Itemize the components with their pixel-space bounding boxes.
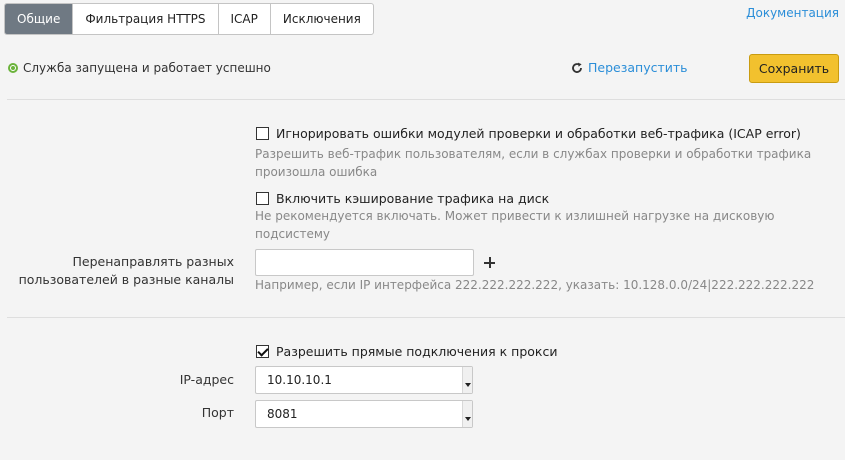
ip-address-value: 10.10.10.1 <box>267 373 332 387</box>
ip-address-select[interactable]: 10.10.10.1 <box>255 366 473 394</box>
tab-bar: Общие Фильтрация HTTPS ICAP Исключения <box>4 3 374 35</box>
ignore-icap-errors-label: Игнорировать ошибки модулей проверки и о… <box>276 126 801 141</box>
direct-connections-option[interactable]: Разрешить прямые подключения к прокси <box>256 344 557 359</box>
ignore-icap-errors-checkbox[interactable] <box>256 127 269 140</box>
redirect-label-line: пользователей в разные каналы <box>18 272 234 287</box>
direct-connections-checkbox[interactable] <box>256 345 269 358</box>
redirect-channels-input[interactable] <box>255 249 474 276</box>
refresh-icon <box>572 62 582 73</box>
restart-label: Перезапустить <box>588 60 688 75</box>
tab-general[interactable]: Общие <box>5 4 74 34</box>
documentation-link[interactable]: Документация <box>746 6 839 20</box>
port-select[interactable]: 8081 <box>255 400 473 428</box>
restart-button[interactable]: Перезапустить <box>571 60 688 75</box>
status-text: Служба запущена и работает успешно <box>23 61 271 75</box>
status-ok-icon <box>8 63 18 73</box>
disk-cache-checkbox[interactable] <box>256 192 269 205</box>
disk-cache-label: Включить кэширование трафика на диск <box>276 191 550 206</box>
hint-line: Разрешить веб-трафик пользователям, если… <box>255 147 812 161</box>
tab-icap[interactable]: ICAP <box>219 4 271 34</box>
redirect-label: Перенаправлять разных пользователей в ра… <box>19 253 234 289</box>
redirect-hint: Например, если IP интерфейса 222.222.222… <box>255 278 815 292</box>
ignore-icap-errors-option[interactable]: Игнорировать ошибки модулей проверки и о… <box>256 126 801 141</box>
tab-exceptions[interactable]: Исключения <box>271 4 373 34</box>
divider <box>7 99 845 100</box>
hint-line: произошла ошибка <box>255 165 378 179</box>
chevron-down-icon <box>462 401 472 427</box>
port-label: Порт <box>201 405 234 420</box>
service-status: Служба запущена и работает успешно <box>8 61 271 75</box>
chevron-down-icon <box>462 367 472 393</box>
direct-connections-label: Разрешить прямые подключения к прокси <box>276 344 558 359</box>
save-button[interactable]: Сохранить <box>749 54 839 83</box>
disk-cache-option[interactable]: Включить кэширование трафика на диск <box>256 191 549 206</box>
disk-cache-hint: Не рекомендуется включать. Может привест… <box>255 209 775 241</box>
port-value: 8081 <box>267 407 298 421</box>
ignore-icap-errors-hint: Разрешить веб-трафик пользователям, если… <box>255 145 811 181</box>
tab-https-filtering[interactable]: Фильтрация HTTPS <box>73 4 219 34</box>
ip-address-label: IP-адрес <box>179 372 234 387</box>
redirect-label-line: Перенаправлять разных <box>72 254 235 269</box>
plus-icon[interactable] <box>484 257 496 269</box>
divider <box>7 317 845 318</box>
